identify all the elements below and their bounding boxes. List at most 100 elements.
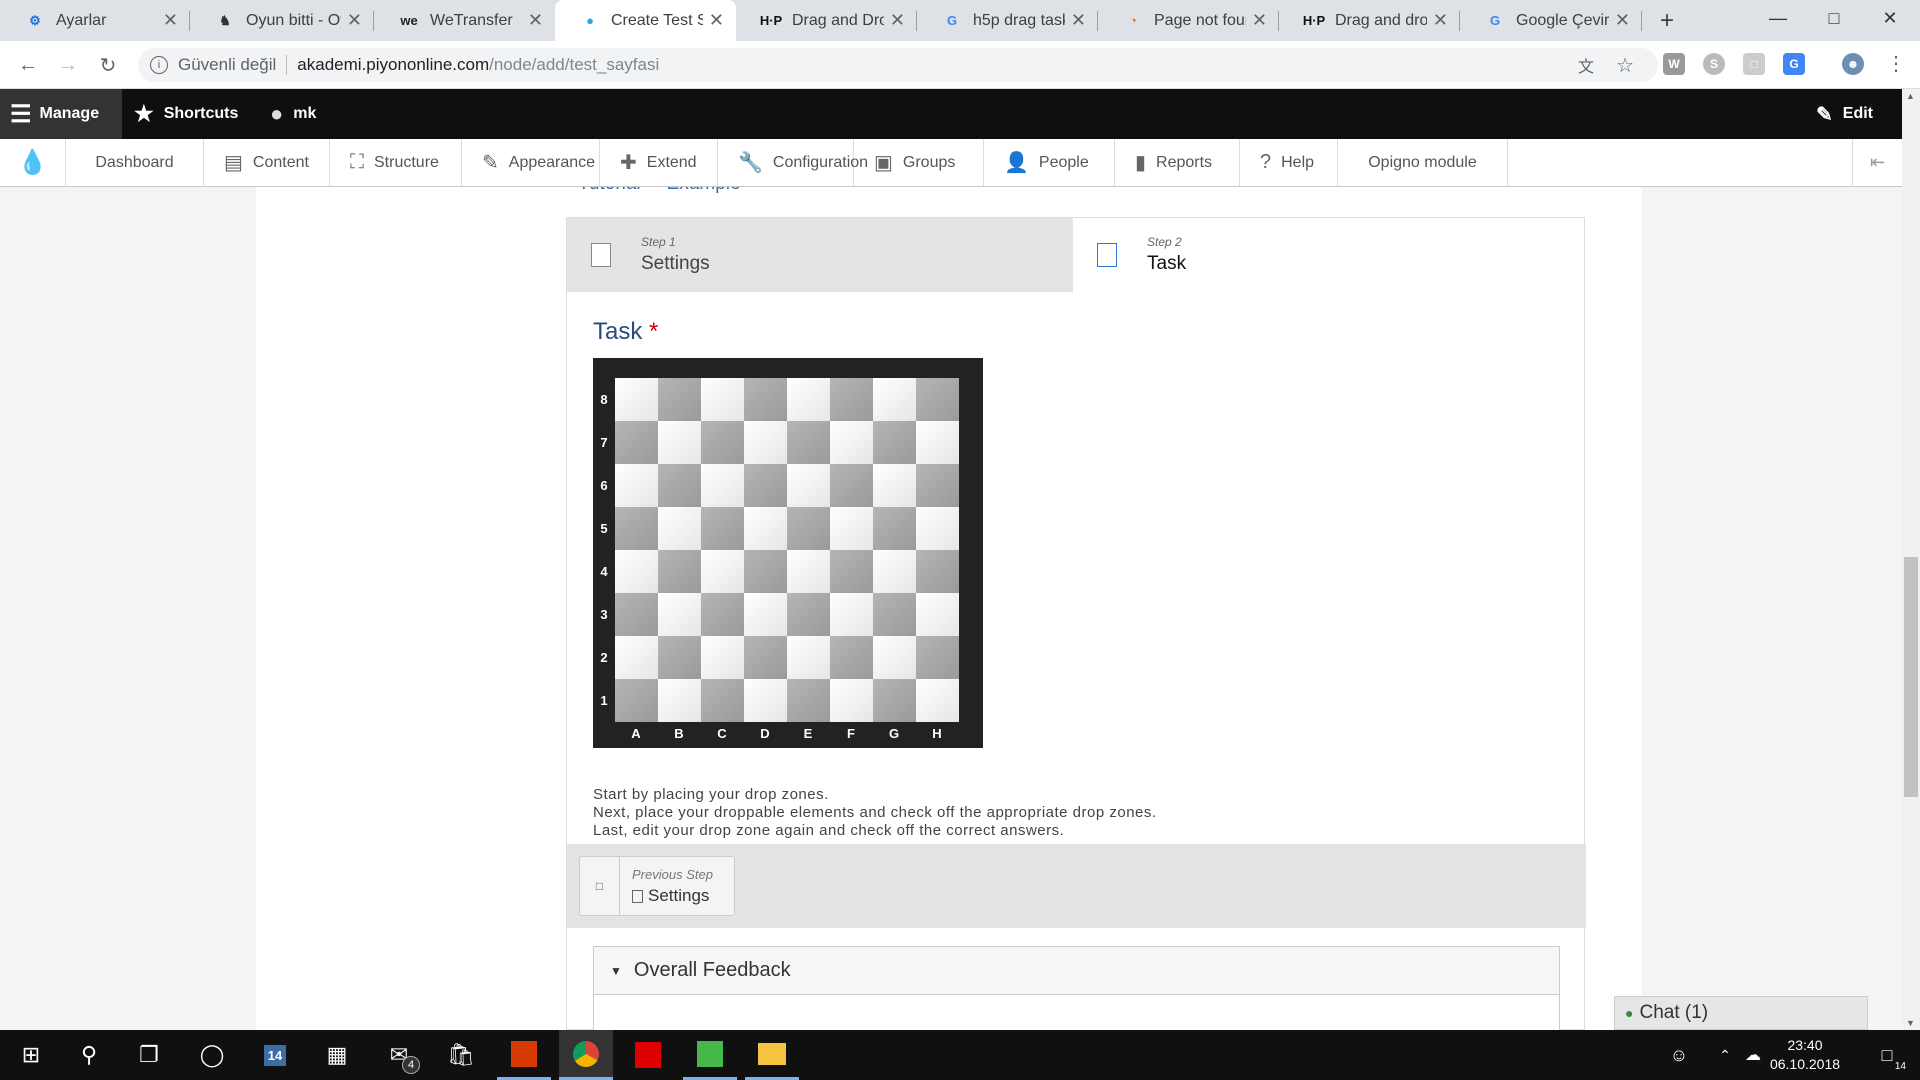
browser-tab[interactable]: G Google Çeviri ✕ — [1460, 0, 1642, 41]
board-square[interactable] — [658, 593, 701, 636]
board-square[interactable] — [615, 679, 658, 722]
board-square[interactable] — [830, 679, 873, 722]
board-square[interactable] — [830, 378, 873, 421]
menu-kebab-icon[interactable]: ⋮ — [1886, 51, 1906, 76]
close-tab-icon[interactable]: ✕ — [1252, 10, 1267, 31]
clock[interactable]: 23:40 06.10.2018 — [1760, 1036, 1850, 1074]
address-bar[interactable]: i Güvenli değil akademi.piyononline.com /… — [138, 48, 1658, 82]
board-square[interactable] — [873, 636, 916, 679]
tray-item-appearance[interactable]: ✎ Appearance — [462, 139, 600, 186]
tray-item-help[interactable]: ? Help — [1240, 139, 1338, 186]
board-square[interactable] — [701, 636, 744, 679]
translate-icon[interactable]: 文 — [1578, 53, 1594, 77]
search-icon[interactable]: ⚲ — [62, 1030, 116, 1080]
board-square[interactable] — [830, 464, 873, 507]
board-square[interactable] — [830, 636, 873, 679]
browser-tab[interactable]: H·P Drag and drop ✕ — [1279, 0, 1460, 41]
step-1-tab[interactable]: Step 1 Settings — [567, 218, 1073, 292]
board-square[interactable] — [658, 636, 701, 679]
browser-tab[interactable]: Gh5p drag task c ✕ — [917, 0, 1098, 41]
board-square[interactable] — [701, 464, 744, 507]
tray-item-groups[interactable]: ▣ Groups — [854, 139, 984, 186]
scrollbar-thumb[interactable] — [1904, 557, 1918, 797]
chrome-icon[interactable] — [559, 1030, 613, 1080]
board-square[interactable] — [787, 550, 830, 593]
close-tab-icon[interactable]: ✕ — [709, 10, 724, 31]
maximize-button[interactable]: □ — [1806, 0, 1862, 36]
camtasia-icon[interactable] — [683, 1030, 737, 1080]
board-square[interactable] — [744, 421, 787, 464]
board-square[interactable] — [658, 421, 701, 464]
board-square[interactable] — [701, 421, 744, 464]
board-square[interactable] — [701, 378, 744, 421]
back-button[interactable]: ← — [14, 51, 42, 79]
board-square[interactable] — [744, 679, 787, 722]
board-square[interactable] — [658, 507, 701, 550]
overall-feedback-header[interactable]: ▼ Overall Feedback — [594, 947, 1559, 995]
board-square[interactable] — [701, 550, 744, 593]
board-square[interactable] — [744, 464, 787, 507]
board-square[interactable] — [916, 679, 959, 722]
board-square[interactable] — [615, 378, 658, 421]
mail-icon[interactable]: ✉ 4 — [372, 1030, 426, 1080]
google-translate-extension-icon[interactable]: G — [1783, 53, 1805, 75]
close-tab-icon[interactable]: ✕ — [347, 10, 362, 31]
board-square[interactable] — [916, 421, 959, 464]
board-square[interactable] — [701, 507, 744, 550]
board-square[interactable] — [830, 550, 873, 593]
tray-item-structure[interactable]: ⛶ Structure — [330, 139, 462, 186]
new-tab-button[interactable]: + — [1652, 6, 1682, 36]
board-square[interactable] — [701, 593, 744, 636]
profile-avatar[interactable]: ☻ — [1842, 53, 1864, 75]
board-square[interactable] — [744, 507, 787, 550]
board-square[interactable] — [916, 464, 959, 507]
board-square[interactable] — [658, 550, 701, 593]
board-square[interactable] — [830, 593, 873, 636]
info-icon[interactable]: i — [150, 56, 168, 74]
close-tab-icon[interactable]: ✕ — [1433, 10, 1448, 31]
reload-button[interactable]: ↻ — [94, 51, 122, 79]
tray-item-dashboard[interactable]: Dashboard — [66, 139, 204, 186]
board-square[interactable] — [787, 636, 830, 679]
board-square[interactable] — [873, 679, 916, 722]
previous-step-button[interactable]: □ Previous Step Settings — [579, 856, 735, 916]
tray-item-extend[interactable]: ✚ Extend — [600, 139, 718, 186]
user-button[interactable]: ● mk — [270, 89, 316, 139]
collapse-tray-icon[interactable]: ⇤ — [1852, 139, 1902, 186]
board-square[interactable] — [873, 593, 916, 636]
board-square[interactable] — [873, 507, 916, 550]
board-square[interactable] — [744, 378, 787, 421]
action-center-icon[interactable]: □ 14 — [1860, 1030, 1914, 1080]
minimize-button[interactable]: — — [1750, 0, 1806, 36]
tray-item-configuration[interactable]: 🔧 Configuration — [718, 139, 868, 186]
step-2-checkbox[interactable] — [1097, 243, 1117, 267]
board-square[interactable] — [658, 464, 701, 507]
forward-button[interactable]: → — [54, 51, 82, 79]
close-tab-icon[interactable]: ✕ — [163, 10, 178, 31]
store-icon[interactable]: 🛍 — [434, 1030, 488, 1080]
board-square[interactable] — [701, 679, 744, 722]
board-square[interactable] — [615, 507, 658, 550]
film-reel-icon[interactable]: ◯ — [185, 1030, 239, 1080]
windows-start-icon[interactable]: ⊞ — [4, 1030, 58, 1080]
calculator-icon[interactable]: ▦ — [310, 1030, 364, 1080]
scroll-down-icon[interactable]: ▼ — [1906, 1018, 1915, 1028]
board-square[interactable] — [830, 507, 873, 550]
board-square[interactable] — [615, 421, 658, 464]
office-icon[interactable] — [497, 1030, 551, 1080]
board-square[interactable] — [916, 507, 959, 550]
board-square[interactable] — [873, 550, 916, 593]
board-square[interactable] — [787, 421, 830, 464]
board-square[interactable] — [787, 679, 830, 722]
step-2-tab[interactable]: Step 2 Task — [1073, 218, 1584, 292]
page-scrollbar[interactable]: ▲ ▼ — [1902, 89, 1920, 1030]
file-explorer-icon[interactable] — [745, 1030, 799, 1080]
browser-tab[interactable]: ● Create Test Say ✕ — [555, 0, 736, 41]
board-square[interactable] — [916, 378, 959, 421]
drupal-home-icon[interactable]: 💧 — [0, 139, 66, 186]
board-square[interactable] — [830, 421, 873, 464]
board-square[interactable] — [787, 464, 830, 507]
browser-tab[interactable]: H·P Drag and Drop ✕ — [736, 0, 917, 41]
chat-widget[interactable]: ● Chat (1) — [1614, 996, 1868, 1030]
tray-item-opigno-module[interactable]: Opigno module — [1338, 139, 1508, 186]
